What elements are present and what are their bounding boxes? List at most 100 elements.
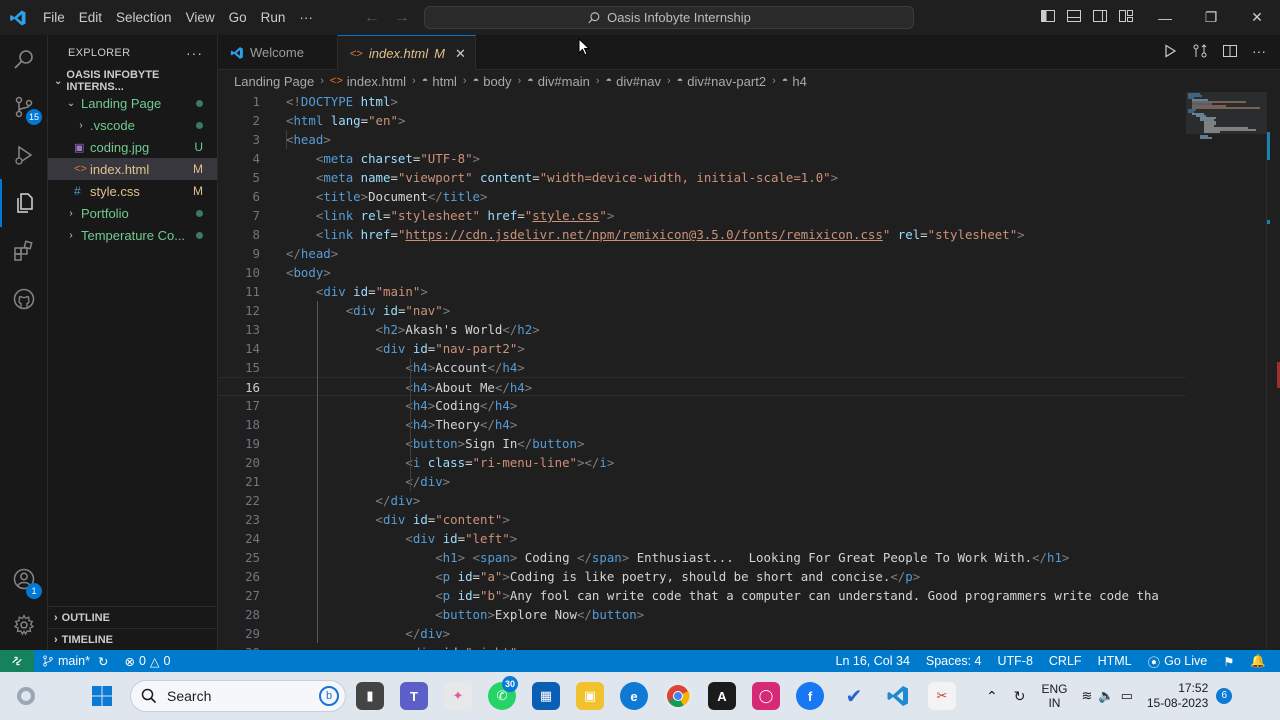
minimize-button[interactable]: — [1142,0,1188,35]
customize-layout-icon[interactable] [1118,8,1134,24]
feedback-icon[interactable]: ⚑ [1215,654,1242,669]
wifi-icon[interactable]: ≋ [1081,688,1092,704]
breadcrumb-item[interactable]: div#main [538,74,590,89]
code-line[interactable]: 13 <h2>Akash's World</h2> [218,320,1186,339]
breadcrumb-item[interactable]: index.html [347,74,406,89]
copilot-icon[interactable]: ✦ [444,682,472,710]
code-line[interactable]: 23 <div id="content"> [218,510,1186,529]
branch-indicator[interactable]: main* ↻ [34,654,116,669]
menu-file[interactable]: File [36,0,72,35]
code-line[interactable]: 17 <h4>Coding</h4> [218,396,1186,415]
restore-button[interactable]: ❐ [1188,0,1234,35]
encoding[interactable]: UTF-8 [989,654,1040,668]
extensions-icon[interactable] [0,227,48,275]
code-line[interactable]: 2 <html lang="en"> [218,111,1186,130]
toggle-primary-sidebar-icon[interactable] [1040,8,1056,24]
code-line[interactable]: 25 <h1> <span> Coding </span> Enthusiast… [218,548,1186,567]
breadcrumb-item[interactable]: h4 [792,74,806,89]
explorer-more-icon[interactable]: ··· [186,45,203,61]
code-line[interactable]: 11 <div id="main"> [218,282,1186,301]
clock[interactable]: 17:52 15-08-2023 [1147,681,1208,711]
code-line[interactable]: 28 <button>Explore Now</button> [218,605,1186,624]
close-window-button[interactable]: ✕ [1234,0,1280,35]
more-actions-icon[interactable]: ··· [1252,43,1266,59]
whatsapp-icon[interactable]: ✆ 30 [488,676,519,710]
code-line[interactable]: 6 <title>Document</title> [218,187,1186,206]
todo-icon[interactable]: ✔ [840,682,868,710]
go-live-button[interactable]: ⦿ Go Live [1140,652,1216,671]
instagram-icon[interactable]: ◯ [752,682,780,710]
file-explorer-icon[interactable]: ▣ [576,682,604,710]
breadcrumb-item[interactable]: div#nav [616,74,661,89]
code-line[interactable]: 8 <link href="https://cdn.jsdelivr.net/n… [218,225,1186,244]
sync-status-icon[interactable]: ↻ [1014,688,1026,705]
code-line[interactable]: 22 </div> [218,491,1186,510]
menu-more[interactable]: ··· [292,0,320,35]
task-view-icon[interactable]: ▮ [356,682,384,710]
tree-item-portfolio[interactable]: › Portfolio [48,202,217,224]
taskbar-search[interactable]: Search b [130,680,346,712]
workspace-folder-header[interactable]: ⌄ OASIS INFOBYTE INTERNS... [48,69,217,93]
tree-item-vscode[interactable]: › .vscode [48,114,217,136]
tree-item-temperature[interactable]: › Temperature Co... [48,224,217,246]
run-icon[interactable] [1162,43,1178,59]
chrome-icon[interactable] [664,682,692,710]
windows-start-icon[interactable] [88,682,116,710]
breadcrumb-item[interactable]: html [432,74,457,89]
code-line[interactable]: 16 <h4>About Me</h4> [218,377,1186,396]
notifications-bell-icon[interactable]: 🔔 [1242,654,1280,669]
code-line[interactable]: 21 </div> [218,472,1186,491]
github-icon[interactable] [0,275,48,323]
input-language[interactable]: ENG IN [1041,682,1067,710]
sync-icon[interactable]: ↻ [98,654,108,669]
code-line[interactable]: 5 <meta name="viewport" content="width=d… [218,168,1186,187]
code-line[interactable]: 9 </head> [218,244,1186,263]
menu-run[interactable]: Run [254,0,293,35]
menu-edit[interactable]: Edit [72,0,109,35]
breadcrumb-item[interactable]: div#nav-part2 [687,74,766,89]
menu-go[interactable]: Go [222,0,254,35]
open-changes-icon[interactable] [1192,43,1208,59]
volume-icon[interactable]: 🔈 [1098,688,1114,704]
tree-item-index-html[interactable]: <> index.html M [48,158,217,180]
search-activity-icon[interactable] [0,35,48,83]
editor-scrollbar[interactable] [1266,92,1280,650]
back-arrow-icon[interactable]: ← [364,9,380,27]
store-icon[interactable]: ▦ [532,682,560,710]
outline-section-header[interactable]: › OUTLINE [48,606,218,628]
command-center-search[interactable]: Oasis Infobyte Internship [424,6,914,29]
edge-icon[interactable]: e [620,682,648,710]
code-line[interactable]: 15 <h4>Account</h4> [218,358,1186,377]
battery-icon[interactable]: ▭ [1121,688,1133,704]
vscode-taskbar-icon[interactable] [884,682,912,710]
code-line[interactable]: 26 <p id="a">Coding is like poetry, shou… [218,567,1186,586]
breadcrumb-item[interactable]: body [483,74,511,89]
facebook-icon[interactable]: f [796,682,824,710]
accounts-icon[interactable]: 1 [0,555,48,603]
code-line[interactable]: 10 <body> [218,263,1186,282]
code-line[interactable]: 27 <p id="b">Any fool can write code tha… [218,586,1186,605]
toggle-panel-icon[interactable] [1066,8,1082,24]
code-line[interactable]: 14 <div id="nav-part2"> [218,339,1186,358]
timeline-section-header[interactable]: › TIMELINE [48,628,218,650]
tab-welcome[interactable]: Welcome [218,35,338,70]
menu-view[interactable]: View [179,0,222,35]
chevron-up-icon[interactable]: ⌃ [986,688,998,705]
notification-count-badge[interactable]: 6 [1216,688,1233,704]
forward-arrow-icon[interactable]: → [394,9,410,27]
tree-item-landing-page[interactable]: ⌄ Landing Page [48,92,217,114]
manage-gear-icon[interactable] [0,601,48,649]
code-line[interactable]: 29 </div> [218,624,1186,643]
source-control-icon[interactable]: 15 [0,83,48,131]
code-line[interactable]: 20 <i class="ri-menu-line"></i> [218,453,1186,472]
widgets-icon[interactable] [12,682,40,710]
code-line[interactable]: 1 <!DOCTYPE html> [218,92,1186,111]
language-mode[interactable]: HTML [1090,654,1140,668]
tree-item-coding-jpg[interactable]: ▣ coding.jpg U [48,136,217,158]
code-line[interactable]: 12 <div id="nav"> [218,301,1186,320]
minimap[interactable] [1186,92,1266,650]
explorer-icon[interactable] [0,179,48,227]
code-line[interactable]: 7 <link rel="stylesheet" href="style.css… [218,206,1186,225]
close-icon[interactable]: ✕ [455,46,466,62]
indentation[interactable]: Spaces: 4 [918,654,990,668]
